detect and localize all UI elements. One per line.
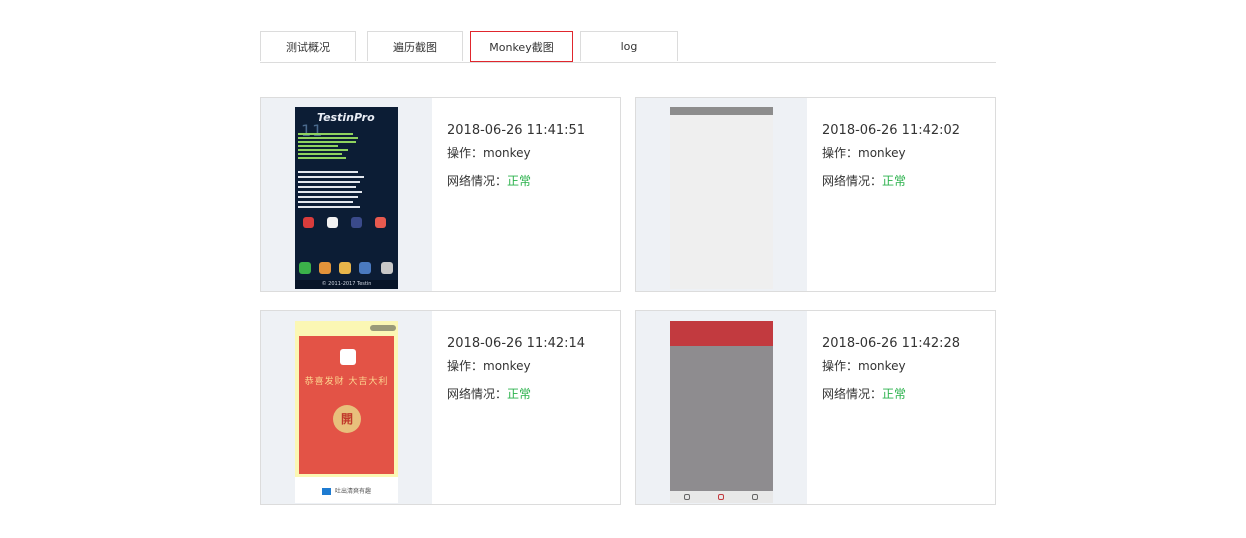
phone-icon (299, 262, 311, 274)
log-line (298, 186, 356, 188)
network-label: 网络情况： (447, 174, 508, 188)
network-label: 网络情况： (822, 387, 883, 401)
operation-label: 操作： (447, 359, 484, 373)
operation-row: 操作：monkey (822, 357, 960, 374)
app-icon (375, 217, 386, 228)
skip-ad-badge (370, 325, 396, 331)
operation-value: monkey (483, 359, 531, 373)
info-line (298, 145, 338, 147)
log-line (298, 171, 358, 173)
info-line (298, 137, 358, 139)
ad-footer: 吐出清爽有趣 (295, 486, 398, 495)
network-row: 网络情况：正常 (822, 385, 960, 402)
app-header (670, 321, 773, 346)
log-line (298, 196, 358, 198)
screenshot-card: 恭喜发财 大吉大利 開 吐出清爽有趣 2018-06-26 11:42:14 操… (260, 310, 621, 505)
operation-row: 操作：monkey (822, 144, 960, 161)
operation-value: monkey (858, 359, 906, 373)
copyright-bar: © 2011-2017 Testin (295, 280, 398, 289)
network-row: 网络情况：正常 (822, 172, 960, 189)
nav-tasks-icon (718, 494, 724, 500)
tab-test-overview[interactable]: 测试概况 (260, 31, 356, 61)
thumbnail-area: 恭喜发财 大吉大利 開 吐出清爽有趣 (261, 311, 432, 504)
log-line (298, 176, 364, 178)
network-status: 正常 (882, 387, 907, 401)
network-status: 正常 (507, 387, 532, 401)
operation-label: 操作： (822, 359, 859, 373)
tab-log[interactable]: log (580, 31, 678, 61)
info-line (298, 149, 348, 151)
network-row: 网络情况：正常 (447, 172, 585, 189)
tab-bar: 测试概况 遍历截图 Monkey截图 log (260, 31, 996, 63)
app-icon (351, 217, 362, 228)
screenshot-time: 2018-06-26 11:41:51 (447, 123, 586, 138)
log-line (298, 206, 360, 208)
screenshot-card: 2018-06-26 11:42:02 操作：monkey 网络情况：正常 (635, 97, 996, 292)
screenshot-info: 2018-06-26 11:42:02 操作：monkey 网络情况：正常 (822, 123, 960, 189)
apps-grid-icon (381, 262, 393, 274)
network-row: 网络情况：正常 (447, 385, 585, 402)
operation-value: monkey (858, 146, 906, 160)
info-line (298, 133, 353, 135)
app-icon (327, 217, 338, 228)
screenshot-thumbnail[interactable] (670, 107, 773, 289)
envelope-slogan: 恭喜发财 大吉大利 (304, 377, 389, 387)
operation-label: 操作： (822, 146, 859, 160)
log-line (298, 191, 362, 193)
open-envelope-button: 開 (333, 405, 361, 433)
operation-label: 操作： (447, 146, 484, 160)
operation-row: 操作：monkey (447, 357, 585, 374)
app-logo-icon (321, 488, 331, 495)
info-line (298, 157, 346, 159)
screenshot-time: 2018-06-26 11:42:28 (822, 336, 961, 351)
ad-footer-text: 吐出清爽有趣 (334, 488, 371, 495)
operation-row: 操作：monkey (447, 144, 585, 161)
contacts-icon (319, 262, 331, 274)
screenshot-info: 2018-06-26 11:41:51 操作：monkey 网络情况：正常 (447, 123, 585, 189)
red-envelope: 恭喜发财 大吉大利 開 (299, 336, 394, 474)
network-status: 正常 (507, 174, 532, 188)
screenshot-thumbnail[interactable] (670, 321, 773, 503)
app-icon (303, 217, 314, 228)
thumbnail-area (636, 311, 807, 504)
screenshot-time: 2018-06-26 11:42:14 (447, 336, 586, 351)
nav-home-icon (684, 494, 690, 500)
screenshot-info: 2018-06-26 11:42:14 操作：monkey 网络情况：正常 (447, 336, 585, 402)
info-line (298, 153, 342, 155)
screenshot-card: TestinPro 11 © 2011-2017 Testin 2018-06-… (260, 97, 621, 292)
network-label: 网络情况： (822, 174, 883, 188)
status-bar (670, 107, 773, 115)
nav-profile-icon (752, 494, 758, 500)
info-line (298, 141, 356, 143)
screenshot-time: 2018-06-26 11:42:02 (822, 123, 961, 138)
log-line (298, 181, 360, 183)
network-status: 正常 (882, 174, 907, 188)
operation-value: monkey (483, 146, 531, 160)
network-label: 网络情况： (447, 387, 508, 401)
log-line (298, 201, 353, 203)
app-bottom-nav (670, 491, 773, 503)
thumbnail-area (636, 98, 807, 291)
screenshot-thumbnail[interactable]: TestinPro 11 © 2011-2017 Testin (295, 107, 398, 289)
app-logo-icon (340, 349, 356, 365)
browser-icon (359, 262, 371, 274)
messages-icon (339, 262, 351, 274)
screenshot-card: 2018-06-26 11:42:28 操作：monkey 网络情况：正常 (635, 310, 996, 505)
tab-monkey-screenshots[interactable]: Monkey截图 (470, 31, 573, 62)
screenshot-info: 2018-06-26 11:42:28 操作：monkey 网络情况：正常 (822, 336, 960, 402)
tab-traversal-screenshots[interactable]: 遍历截图 (367, 31, 463, 61)
brand-logo: TestinPro (317, 111, 375, 124)
thumbnail-area: TestinPro 11 © 2011-2017 Testin (261, 98, 432, 291)
screenshot-thumbnail[interactable]: 恭喜发财 大吉大利 開 吐出清爽有趣 (295, 321, 398, 503)
